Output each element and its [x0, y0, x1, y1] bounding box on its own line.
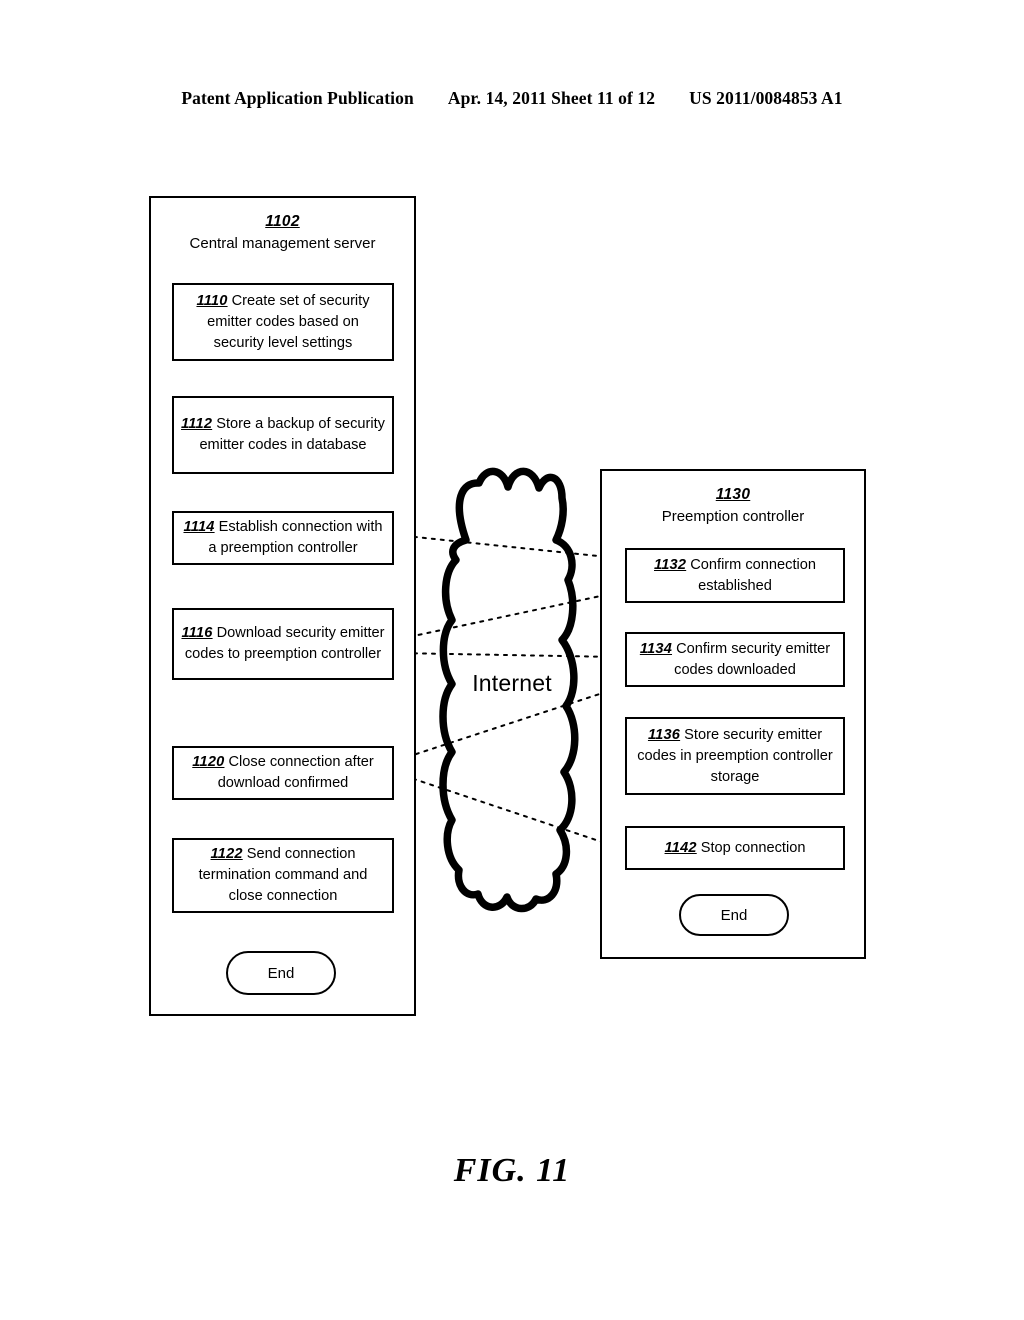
- internet-cloud-label: Internet: [472, 670, 552, 696]
- step-number-1110: 1110: [196, 292, 228, 309]
- process-box-1142[interactable]: 1142 Stop connection: [625, 826, 845, 870]
- lane-left-number: 1102: [265, 213, 300, 230]
- process-box-1136[interactable]: 1136 Store security emitter codes in pre…: [625, 717, 845, 795]
- lane-right-title: 1130 Preemption controller: [602, 484, 864, 528]
- process-box-1134[interactable]: 1134 Confirm security emitter codes down…: [625, 632, 845, 687]
- terminator-end-left-label: End: [267, 964, 295, 982]
- step-text-1134: Confirm security emitter codes downloade…: [672, 640, 831, 678]
- step-number-1122: 1122: [210, 846, 243, 862]
- step-number-1112: 1112: [181, 416, 213, 432]
- terminator-end-left[interactable]: End: [226, 951, 336, 995]
- process-box-1116[interactable]: 1116 Download security emitter codes to …: [172, 608, 394, 680]
- step-text-1120: Close connection after download confirme…: [217, 754, 374, 791]
- step-text-1116: Download security emitter codes to preem…: [184, 625, 385, 662]
- process-box-1132[interactable]: 1132 Confirm connection established: [625, 548, 845, 603]
- step-number-1114: 1114: [183, 519, 215, 535]
- process-box-1110[interactable]: 1110 Create set of security emitter code…: [172, 283, 394, 361]
- step-text-1112: Store a backup of security emitter codes…: [199, 416, 385, 453]
- step-text-1110: Create set of security emitter codes bas…: [207, 292, 370, 351]
- lane-preemption-controller: 1130 Preemption controller: [600, 469, 866, 959]
- lane-right-number: 1130: [715, 486, 751, 503]
- step-number-1134: 1134: [639, 640, 673, 657]
- step-text-1142: Stop connection: [696, 839, 806, 856]
- step-text-1114: Establish connection with a preemption c…: [208, 519, 383, 556]
- flowchart-diagram: 1102 Central management server 1110 Crea…: [0, 0, 1024, 1320]
- step-text-1132: Confirm connection established: [686, 556, 816, 594]
- figure-caption: FIG. 11: [453, 1152, 571, 1189]
- lane-right-label: Preemption controller: [661, 508, 805, 525]
- step-number-1142: 1142: [664, 839, 697, 856]
- process-box-1122[interactable]: 1122 Send connection termination command…: [172, 838, 394, 913]
- step-number-1132: 1132: [654, 556, 687, 573]
- terminator-end-right-label: End: [720, 906, 748, 924]
- step-number-1116: 1116: [181, 625, 213, 641]
- process-box-1120[interactable]: 1120 Close connection after download con…: [172, 746, 394, 800]
- step-number-1136: 1136: [647, 726, 681, 743]
- terminator-end-right[interactable]: End: [679, 894, 789, 936]
- lane-left-title: 1102 Central management server: [151, 211, 414, 255]
- step-number-1120: 1120: [192, 754, 225, 770]
- process-box-1112[interactable]: 1112 Store a backup of security emitter …: [172, 396, 394, 474]
- process-box-1114[interactable]: 1114 Establish connection with a preempt…: [172, 511, 394, 565]
- lane-left-label: Central management server: [189, 235, 376, 252]
